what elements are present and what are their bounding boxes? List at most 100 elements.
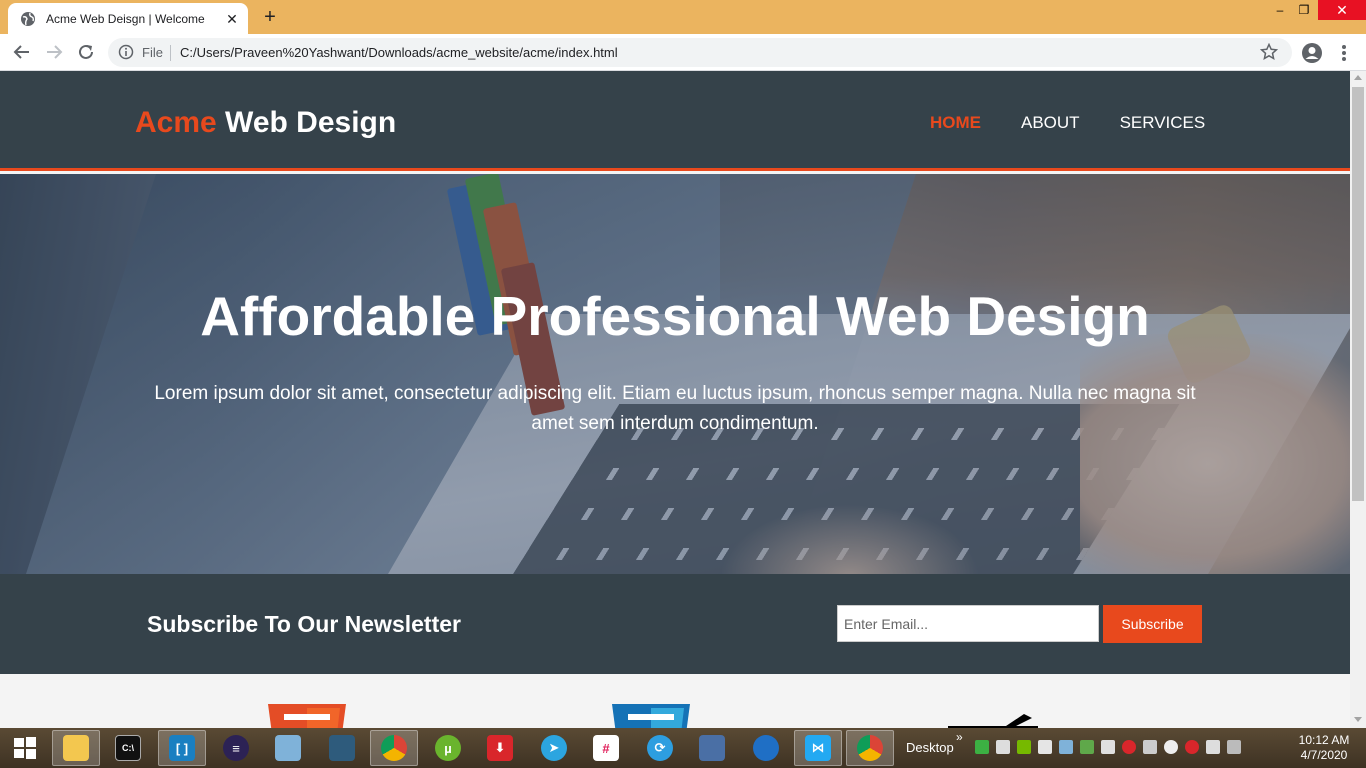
brand-highlight: Acme xyxy=(135,106,217,139)
tray-nvidia-icon[interactable] xyxy=(1017,740,1031,754)
site-logo[interactable]: Acme Web Design xyxy=(135,106,396,140)
email-input[interactable] xyxy=(837,605,1099,642)
slack-icon: # xyxy=(593,735,619,761)
reload-button[interactable] xyxy=(74,40,98,64)
eclipse-icon: ≡ xyxy=(223,735,249,761)
taskbar-brackets[interactable]: [ ] xyxy=(158,730,206,766)
showcase-hero: Affordable Professional Web Design Lorem… xyxy=(0,174,1350,574)
start-button[interactable] xyxy=(0,728,50,768)
tray-contacts-icon[interactable] xyxy=(1080,740,1094,754)
taskbar-command-prompt[interactable]: C:\ xyxy=(104,730,152,766)
url-text[interactable]: C:/Users/Praveen%20Yashwant/Downloads/ac… xyxy=(180,45,618,60)
tray-wifi-icon[interactable] xyxy=(1143,740,1157,754)
maximize-button[interactable]: ❐ xyxy=(1290,0,1318,20)
terminal-icon: C:\ xyxy=(115,735,141,761)
hero-overlay xyxy=(0,174,1350,574)
taskbar-remote-desktop[interactable] xyxy=(688,730,736,766)
utorrent-icon: µ xyxy=(435,735,461,761)
scroll-down-arrow-icon[interactable] xyxy=(1354,717,1362,722)
page-scrollbar[interactable] xyxy=(1350,71,1366,728)
chrome-icon xyxy=(857,735,883,761)
hero-title: Affordable Professional Web Design xyxy=(200,285,1150,347)
telegram-icon: ➤ xyxy=(541,735,567,761)
site-header: Acme Web Design HOME ABOUT SERVICES xyxy=(0,71,1350,171)
new-tab-button[interactable]: + xyxy=(258,6,282,30)
brand-rest: Web Design xyxy=(216,106,397,139)
taskbar-notepad[interactable] xyxy=(264,730,312,766)
taskbar-slack[interactable]: # xyxy=(582,730,630,766)
more-options-icon[interactable] xyxy=(1336,42,1352,64)
globe-icon xyxy=(20,11,36,27)
tray-cloud-icon[interactable] xyxy=(1164,740,1178,754)
volume-icon[interactable] xyxy=(1206,740,1220,754)
newsletter-section: Subscribe To Our Newsletter Subscribe xyxy=(0,574,1350,674)
newsletter-title: Subscribe To Our Newsletter xyxy=(147,611,461,637)
back-button[interactable] xyxy=(10,40,34,64)
tray-bluetooth-icon[interactable] xyxy=(1101,740,1115,754)
browser-toolbar: File C:/Users/Praveen%20Yashwant/Downloa… xyxy=(0,34,1366,71)
site-nav: HOME ABOUT SERVICES xyxy=(930,113,1205,133)
arrow-right-icon xyxy=(47,45,63,59)
taskbar-eclipse[interactable]: ≡ xyxy=(212,730,260,766)
clock-time: 10:12 AM xyxy=(1298,733,1350,747)
clock-date: 4/7/2020 xyxy=(1300,748,1348,762)
taskbar-telegram[interactable]: ➤ xyxy=(530,730,578,766)
tab-title: Acme Web Deisgn | Welcome xyxy=(46,11,205,26)
taskbar-mysql-workbench[interactable] xyxy=(318,730,366,766)
dolphin-icon xyxy=(329,735,355,761)
vscode-icon: ⋈ xyxy=(805,735,831,761)
nav-about[interactable]: ABOUT xyxy=(1021,113,1080,133)
brackets-icon: [ ] xyxy=(169,735,195,761)
taskbar-sync[interactable]: ⟳ xyxy=(636,730,684,766)
download-icon: ⬇ xyxy=(487,735,513,761)
system-tray xyxy=(975,740,1241,754)
close-tab-icon[interactable]: ✕ xyxy=(224,11,240,27)
tray-security-icon[interactable] xyxy=(1122,740,1136,754)
html5-icon xyxy=(268,704,346,728)
nav-services[interactable]: SERVICES xyxy=(1120,113,1206,133)
taskbar-utorrent[interactable]: µ xyxy=(424,730,472,766)
close-window-button[interactable]: ✕ xyxy=(1318,0,1366,20)
tray-clock-app-icon[interactable] xyxy=(1185,740,1199,754)
thunderbird-icon xyxy=(753,735,779,761)
taskbar-visual-studio-code[interactable]: ⋈ xyxy=(794,730,842,766)
desktop-toolbar-label[interactable]: Desktop xyxy=(906,740,954,755)
chrome-icon xyxy=(381,735,407,761)
sync-icon: ⟳ xyxy=(647,735,673,761)
star-icon[interactable] xyxy=(1259,42,1279,61)
taskbar-downloader[interactable]: ⬇ xyxy=(476,730,524,766)
file-label: File xyxy=(142,45,163,60)
hero-text: Lorem ipsum dolor sit amet, consectetur … xyxy=(154,383,1196,434)
profile-icon[interactable] xyxy=(1301,42,1323,64)
taskbar-chrome[interactable] xyxy=(370,730,418,766)
nav-home[interactable]: HOME xyxy=(930,113,981,133)
tray-acrobat-icon[interactable] xyxy=(1038,740,1052,754)
windows-taskbar: C:\ [ ] ≡ µ ⬇ ➤ # ⟳ ⋈ Desktop » 10:12 AM… xyxy=(0,728,1366,768)
browser-tab[interactable]: Acme Web Deisgn | Welcome ✕ xyxy=(8,3,248,34)
windows-logo-icon xyxy=(14,737,36,759)
browser-tab-strip: Acme Web Deisgn | Welcome ✕ + – ❐ ✕ xyxy=(0,0,1366,34)
tray-check-icon[interactable] xyxy=(975,740,989,754)
address-bar[interactable]: File C:/Users/Praveen%20Yashwant/Downloa… xyxy=(108,38,1292,67)
forward-button[interactable] xyxy=(42,40,66,64)
toolbar-expand-icon[interactable]: » xyxy=(956,730,963,744)
taskbar-clock[interactable]: 10:12 AM 4/7/2020 xyxy=(1292,733,1356,763)
folder-icon xyxy=(63,735,89,761)
tray-notification-icon[interactable] xyxy=(1227,740,1241,754)
subscribe-button[interactable]: Subscribe xyxy=(1103,605,1202,643)
arrow-left-icon xyxy=(13,45,29,59)
page-viewport: Acme Web Design HOME ABOUT SERVICES Affo… xyxy=(0,71,1350,728)
css3-icon xyxy=(612,704,690,728)
taskbar-chrome-active[interactable] xyxy=(846,730,894,766)
boxes-section xyxy=(0,674,1350,728)
taskbar-file-explorer[interactable] xyxy=(52,730,100,766)
scroll-up-arrow-icon[interactable] xyxy=(1354,75,1362,80)
tray-network-icon[interactable] xyxy=(1059,740,1073,754)
taskbar-thunderbird[interactable] xyxy=(742,730,790,766)
info-icon[interactable] xyxy=(118,44,134,60)
tray-usb-icon[interactable] xyxy=(996,740,1010,754)
address-separator xyxy=(170,45,171,61)
reload-icon xyxy=(79,44,93,59)
scroll-thumb[interactable] xyxy=(1352,87,1364,501)
brush-icon xyxy=(948,714,1038,728)
